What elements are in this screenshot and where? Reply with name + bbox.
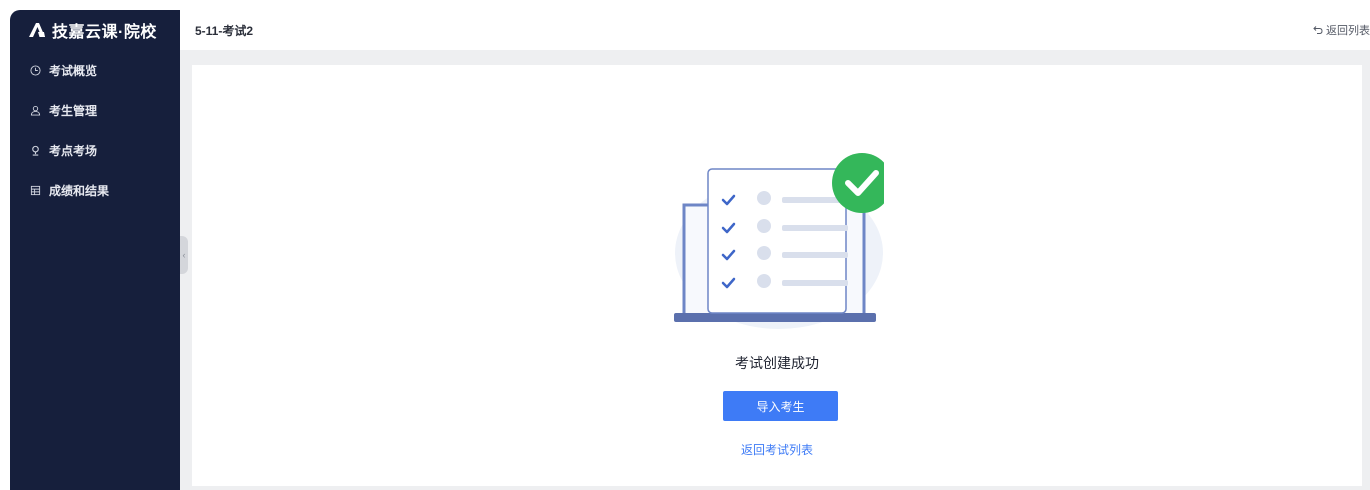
sidebar: 技嘉云课·院校 考试概览 考生管理 考点考场 成绩和结果 <box>10 10 180 490</box>
sidebar-collapse-handle[interactable]: ‹ <box>180 236 188 274</box>
sidebar-item-candidate-management[interactable]: 考生管理 <box>10 90 180 130</box>
app-logo-text: 技嘉云课·院校 <box>52 24 157 41</box>
table-icon <box>30 185 41 195</box>
exam-created-illustration <box>674 153 884 329</box>
sidebar-item-scores-results[interactable]: 成绩和结果 <box>10 170 180 210</box>
main-content: 考试创建成功 导入考生 返回考试列表 <box>192 65 1362 486</box>
chevron-left-icon: ‹ <box>182 250 186 260</box>
page-title: 5-11-考试2 <box>195 23 254 38</box>
app-window: 技嘉云课·院校 考试概览 考生管理 考点考场 成绩和结果 ‹ 5-11-考试2 … <box>10 10 1370 490</box>
success-message: 考试创建成功 <box>735 355 819 371</box>
app-logo[interactable]: 技嘉云课·院校 <box>10 10 180 50</box>
clock-icon <box>30 64 41 76</box>
import-candidates-button[interactable]: 导入考生 <box>723 391 838 421</box>
sidebar-item-label: 成绩和结果 <box>49 183 110 198</box>
user-icon <box>30 105 41 116</box>
sidebar-item-label: 考试概览 <box>49 63 98 78</box>
back-to-list-label: 返回列表 <box>1326 25 1370 37</box>
sidebar-item-label: 考点考场 <box>49 143 98 158</box>
sidebar-item-exam-sites[interactable]: 考点考场 <box>10 130 180 170</box>
logo-icon <box>29 23 45 37</box>
top-bar: 5-11-考试2 返回列表 <box>180 10 1370 50</box>
sidebar-item-label: 考生管理 <box>49 103 98 118</box>
back-to-list-link[interactable]: 返回列表 <box>1313 10 1370 50</box>
sidebar-item-exam-overview[interactable]: 考试概览 <box>10 50 180 90</box>
back-to-exam-list-link[interactable]: 返回考试列表 <box>192 441 1362 458</box>
return-arrow-icon <box>1313 26 1323 34</box>
location-pin-icon <box>32 145 39 156</box>
